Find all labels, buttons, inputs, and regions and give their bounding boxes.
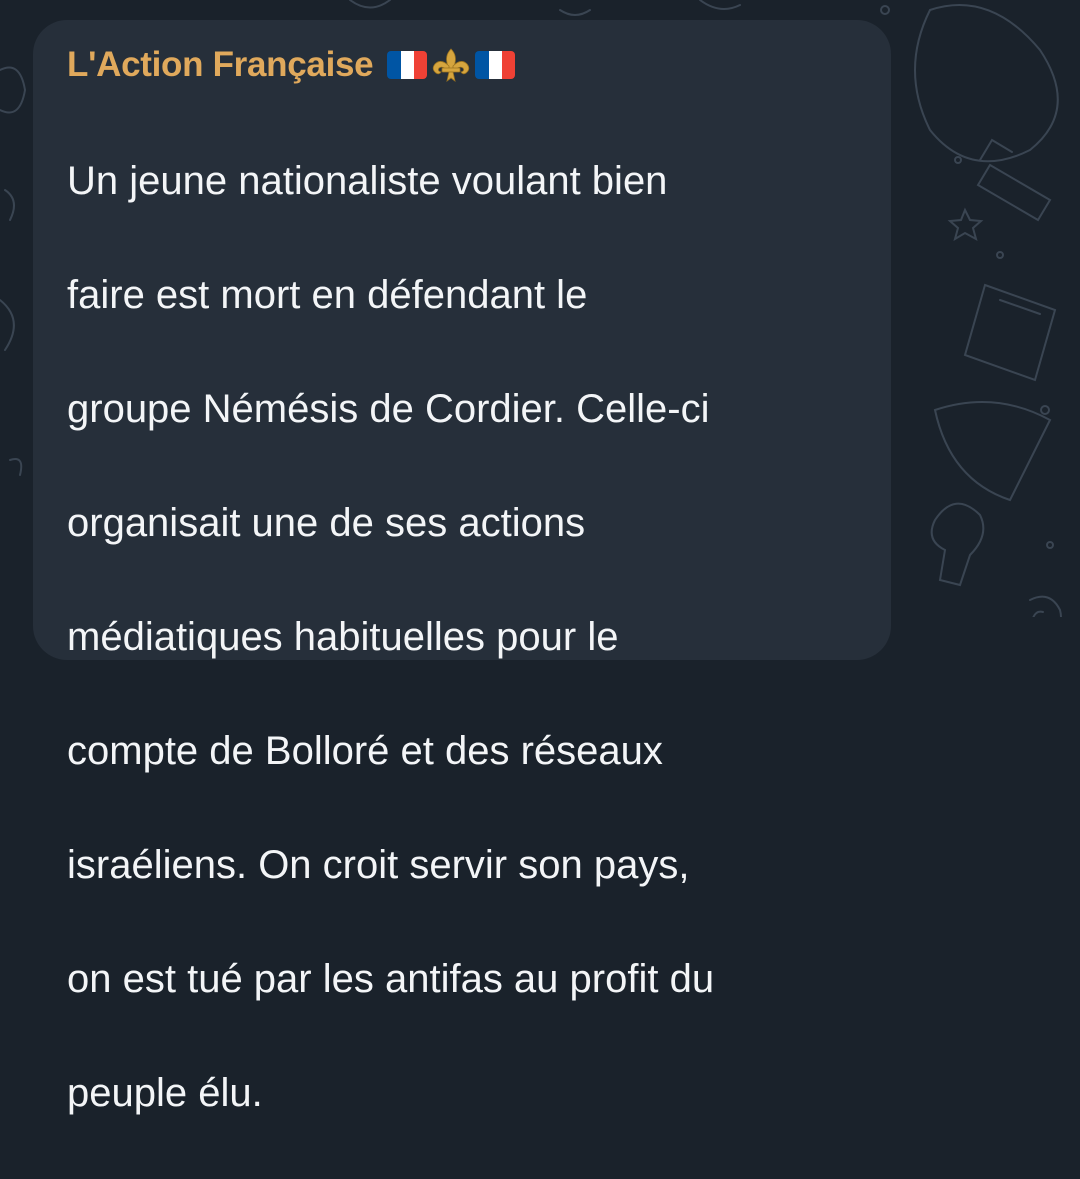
wallpaper-doodle-left [0, 66, 27, 476]
message-line: compte de Bolloré et des réseaux [67, 729, 663, 773]
wallpaper-spiral-icon [1029, 595, 1062, 617]
french-flag-icon [387, 51, 428, 79]
wallpaper-dot [996, 251, 1004, 259]
message-line: on est tué par les antifas au profit du [67, 957, 715, 1001]
message-line: faire est mort en défendant le [67, 273, 588, 317]
message-line: Un jeune nationaliste voulant bien [67, 159, 668, 203]
message-line: groupe Némésis de Cordier. Celle-ci [67, 387, 710, 431]
message-text: Un jeune nationaliste voulant bien faire… [67, 96, 871, 1179]
wallpaper-star-icon [947, 207, 984, 242]
message-line: israéliens. On croit servir son pays, [67, 843, 690, 887]
wallpaper-bulb-icon [930, 502, 985, 587]
wallpaper-planet-icon [914, 4, 1059, 163]
wallpaper-pizza-icon [933, 401, 1052, 502]
wallpaper-dot [880, 5, 890, 15]
wallpaper-dot [1040, 405, 1050, 415]
wallpaper-flashlight-icon [976, 138, 1052, 222]
wallpaper-notebook-icon [963, 283, 1057, 382]
message-bubble[interactable]: L'Action Française Un jeune nationaliste… [33, 20, 891, 1115]
sender-name[interactable]: L'Action Française [67, 45, 374, 85]
wallpaper-dot [1046, 541, 1054, 549]
message-line: médiatiques habituelles pour le [67, 615, 619, 659]
wallpaper-dot [954, 156, 962, 164]
message-line: organisait une de ses actions [67, 501, 586, 545]
message-line: peuple élu. [67, 1071, 263, 1115]
message-header: L'Action Française [67, 42, 871, 88]
sender-emoji-row [387, 48, 516, 82]
french-flag-icon [475, 51, 516, 79]
wallpaper-top-doodle [349, 0, 741, 16]
fleur-de-lis-icon [433, 48, 470, 82]
